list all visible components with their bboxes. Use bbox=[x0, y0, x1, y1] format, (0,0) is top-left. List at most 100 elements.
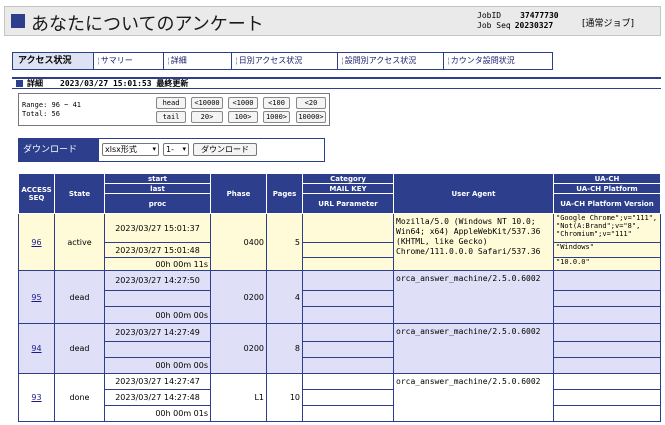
next-20-button[interactable]: 20> bbox=[191, 111, 223, 123]
phase-cell: L1 bbox=[210, 373, 267, 422]
table-row: 93 done 2023/03/27 14:27:47 L1 10 orca_a… bbox=[18, 373, 661, 422]
pages-cell: 4 bbox=[266, 270, 303, 324]
last-cell bbox=[104, 290, 211, 307]
prev-20-button[interactable]: <20 bbox=[296, 97, 326, 109]
access-table: ACCESS SEQ State start Phase Pages Categ… bbox=[18, 173, 661, 422]
header-url-parameter: URL Parameter bbox=[302, 193, 394, 214]
user-agent-cell: orca_answer_machine/2.5.0.6002 bbox=[393, 373, 554, 422]
start-cell: 2023/03/27 15:01:37 bbox=[104, 213, 211, 243]
mail-key-cell bbox=[302, 389, 394, 406]
phase-cell: 0400 bbox=[210, 213, 267, 271]
title-bar: あなたについてのアンケート JobID 37477730 Job Seq 20230… bbox=[4, 6, 661, 36]
tab-detail[interactable]: ¦詳細 bbox=[163, 53, 231, 69]
header-proc: proc bbox=[104, 193, 211, 214]
download-button[interactable]: ダウンロード bbox=[193, 143, 257, 156]
prev-100-button[interactable]: <100 bbox=[263, 97, 290, 109]
section-bar: 詳細 2023/03/27 15:01:53 最終更新 bbox=[12, 77, 661, 89]
job-seq-value: 20230327 bbox=[514, 21, 554, 30]
state-cell: dead bbox=[54, 270, 105, 324]
next-100-button[interactable]: 100> bbox=[228, 111, 258, 123]
last-cell: 2023/03/27 14:27:48 bbox=[104, 389, 211, 406]
job-info: JobID 37477730 Job Seq 20230327 bbox=[477, 11, 559, 31]
seq-link-94[interactable]: 94 bbox=[31, 344, 41, 353]
ua-ch-platform-cell bbox=[553, 341, 661, 358]
table-row: 00h 00m 01s bbox=[19, 405, 661, 422]
download-panel: ダウンロード xlsx形式 ▾ 1- ▾ ダウンロード bbox=[18, 138, 325, 162]
tab-daily-access[interactable]: ¦日別アクセス状況 bbox=[231, 53, 337, 69]
seq-link-96[interactable]: 96 bbox=[31, 238, 41, 247]
user-agent-cell: Mozilla/5.0 (Windows NT 10.0; Win64; x64… bbox=[393, 213, 554, 271]
url-parameter-cell bbox=[302, 405, 394, 422]
ua-ch-cell: "Google Chrome";v="111", "Not(A:Brand";v… bbox=[553, 213, 661, 243]
table-row: 00h 00m 00s bbox=[19, 357, 661, 374]
tab-question-access[interactable]: ¦設問別アクセス状況 bbox=[337, 53, 443, 69]
section-square-icon bbox=[16, 80, 23, 87]
page-select[interactable]: 1- ▾ bbox=[163, 143, 189, 156]
tab-marker-icon: ¦ bbox=[235, 56, 238, 65]
tab-summary[interactable]: ¦サマリー bbox=[93, 53, 163, 69]
table-row: 2023/03/27 15:01:48 "Windows" bbox=[19, 242, 661, 258]
ua-ch-platform-cell bbox=[553, 389, 661, 406]
table-row bbox=[19, 290, 661, 307]
phase-cell: 0200 bbox=[210, 323, 267, 374]
tab-marker-icon: ¦ bbox=[341, 56, 344, 65]
mail-key-cell bbox=[302, 242, 394, 258]
ua-ch-platform-version-cell bbox=[553, 357, 661, 374]
tab-counter-question[interactable]: ¦カウンタ設問状況 bbox=[443, 53, 552, 69]
phase-cell: 0200 bbox=[210, 270, 267, 324]
user-agent-cell: orca_answer_machine/2.5.0.6002 bbox=[393, 270, 554, 324]
state-cell: dead bbox=[54, 323, 105, 374]
header-last: last bbox=[104, 183, 211, 194]
head-button[interactable]: head bbox=[156, 97, 186, 109]
job-id-value: 37477730 bbox=[520, 11, 559, 20]
last-cell bbox=[104, 341, 211, 358]
chevron-down-icon: ▾ bbox=[182, 145, 186, 153]
table-row: 00h 00m 11s "10.0.0" bbox=[19, 257, 661, 271]
proc-cell: 00h 00m 00s bbox=[104, 357, 211, 374]
tail-button[interactable]: tail bbox=[156, 111, 186, 123]
start-cell: 2023/03/27 14:27:47 bbox=[104, 373, 211, 390]
job-id-label: JobID bbox=[477, 11, 502, 20]
header-phase: Phase bbox=[210, 173, 267, 214]
mail-key-cell bbox=[302, 290, 394, 307]
user-agent-cell: orca_answer_machine/2.5.0.6002 bbox=[393, 323, 554, 374]
last-cell: 2023/03/27 15:01:48 bbox=[104, 242, 211, 258]
job-type: [通常ジョブ] bbox=[582, 19, 635, 29]
proc-cell: 00h 00m 00s bbox=[104, 306, 211, 324]
header-ua-ch-platform: UA-CH Platform bbox=[553, 183, 661, 194]
section-label: 詳細 bbox=[27, 79, 43, 88]
header-state: State bbox=[54, 173, 105, 214]
prev-10000-button[interactable]: <10000 bbox=[191, 97, 223, 109]
nav-current: アクセス状況 bbox=[13, 53, 93, 69]
header-user-agent: User Agent bbox=[393, 173, 554, 214]
tab-marker-icon: ¦ bbox=[97, 56, 100, 65]
next-10000-button[interactable]: 10000> bbox=[296, 111, 326, 123]
prev-1000-button[interactable]: <1000 bbox=[228, 97, 258, 109]
seq-link-93[interactable]: 93 bbox=[31, 393, 41, 402]
range-info: Range: 96 ~ 41 Total: 56 bbox=[22, 101, 81, 119]
header-pages: Pages bbox=[266, 173, 303, 214]
table-row: 94 dead 2023/03/27 14:27:49 0200 8 orca_… bbox=[18, 323, 661, 374]
page-title: あなたについてのアンケート bbox=[31, 14, 264, 35]
tab-marker-icon: ¦ bbox=[447, 56, 450, 65]
next-1000-button[interactable]: 1000> bbox=[263, 111, 290, 123]
ua-ch-platform-version-cell bbox=[553, 306, 661, 324]
title-square-icon bbox=[11, 14, 25, 28]
url-parameter-cell bbox=[302, 257, 394, 271]
ua-ch-platform-version-cell bbox=[553, 405, 661, 422]
category-cell bbox=[302, 270, 394, 291]
seq-link-95[interactable]: 95 bbox=[31, 293, 41, 302]
job-seq-label: Job Seq bbox=[477, 21, 511, 30]
ua-ch-cell bbox=[553, 270, 661, 291]
total-text: Total: 56 bbox=[22, 110, 60, 118]
pages-cell: 8 bbox=[266, 323, 303, 374]
table-row bbox=[19, 341, 661, 358]
table-row: 96 active 2023/03/27 15:01:37 0400 5 Moz… bbox=[18, 213, 661, 271]
state-cell: active bbox=[54, 213, 105, 271]
start-cell: 2023/03/27 14:27:49 bbox=[104, 323, 211, 342]
category-cell bbox=[302, 323, 394, 342]
state-cell: done bbox=[54, 373, 105, 422]
header-start: start bbox=[104, 173, 211, 184]
table-row: 2023/03/27 14:27:48 bbox=[19, 389, 661, 406]
format-select[interactable]: xlsx形式 ▾ bbox=[102, 143, 159, 156]
